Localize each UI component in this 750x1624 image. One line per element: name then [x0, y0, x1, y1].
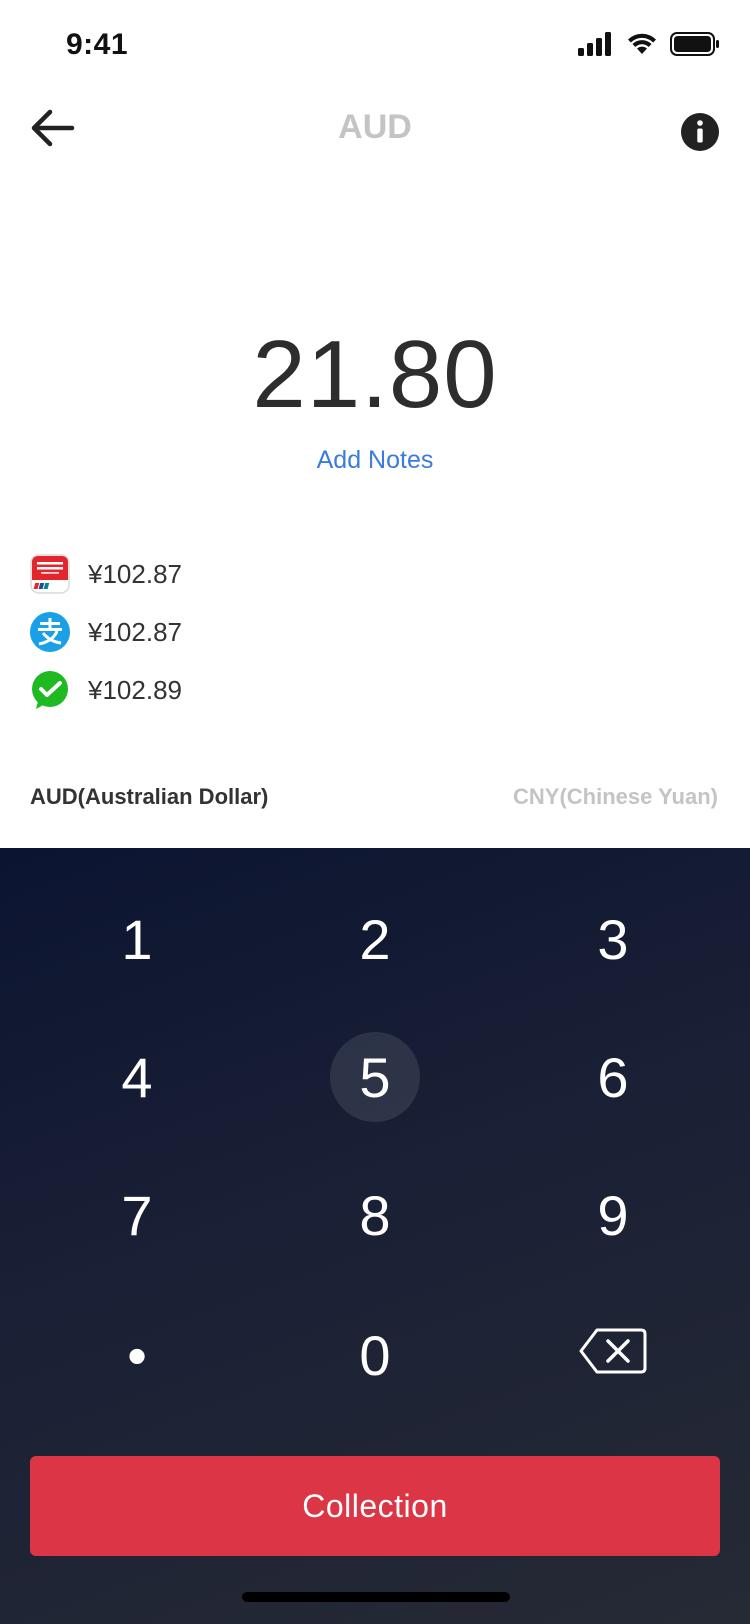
key-5[interactable]: 5: [285, 1022, 465, 1132]
amount-display: 21.80: [252, 321, 498, 428]
status-bar: 9:41: [0, 0, 750, 90]
key-6[interactable]: 6: [523, 1022, 703, 1132]
key-8[interactable]: 8: [285, 1160, 465, 1270]
page-title: AUD: [338, 108, 412, 146]
key-1[interactable]: 1: [47, 884, 227, 994]
wechat-pay-amount: ¥102.89: [88, 674, 182, 705]
key-0[interactable]: 0: [285, 1300, 465, 1410]
payment-row: ¥102.87: [30, 554, 182, 594]
target-currency-label[interactable]: CNY(Chinese Yuan): [513, 784, 718, 810]
signal-icon: [578, 32, 614, 61]
alipay-amount: ¥102.87: [88, 616, 182, 647]
unionpay-amount: ¥102.87: [88, 558, 182, 589]
wifi-icon: [626, 32, 658, 61]
key-4[interactable]: 4: [47, 1022, 227, 1132]
key-2[interactable]: 2: [285, 884, 465, 994]
collection-button[interactable]: Collection: [30, 1456, 720, 1556]
info-icon: [680, 113, 720, 156]
payment-row: ¥102.89: [30, 670, 182, 710]
wechat-pay-icon: [30, 670, 70, 710]
add-notes-link[interactable]: Add Notes: [0, 446, 750, 475]
key-9[interactable]: 9: [523, 1160, 703, 1270]
key-3[interactable]: 3: [523, 884, 703, 994]
alipay-icon: [30, 612, 70, 652]
status-time: 9:41: [66, 28, 129, 61]
payment-list: ¥102.87 ¥102.87 ¥102.89: [30, 554, 182, 728]
backspace-icon: [579, 1323, 647, 1388]
key-7[interactable]: 7: [47, 1160, 227, 1270]
backspace-button[interactable]: [523, 1300, 703, 1410]
status-icons: [578, 32, 720, 61]
unionpay-icon: [30, 554, 70, 594]
nav-bar: AUD: [0, 90, 750, 170]
battery-icon: [670, 32, 720, 61]
payment-screen: 9:41 AUD 21.80 Add Notes ¥102.87 ¥102.87…: [0, 0, 750, 1624]
source-currency-label[interactable]: AUD(Australian Dollar): [30, 784, 268, 810]
home-indicator: [242, 1592, 510, 1602]
payment-row: ¥102.87: [30, 612, 182, 652]
key-decimal[interactable]: •: [47, 1300, 227, 1410]
info-button[interactable]: [680, 112, 720, 152]
